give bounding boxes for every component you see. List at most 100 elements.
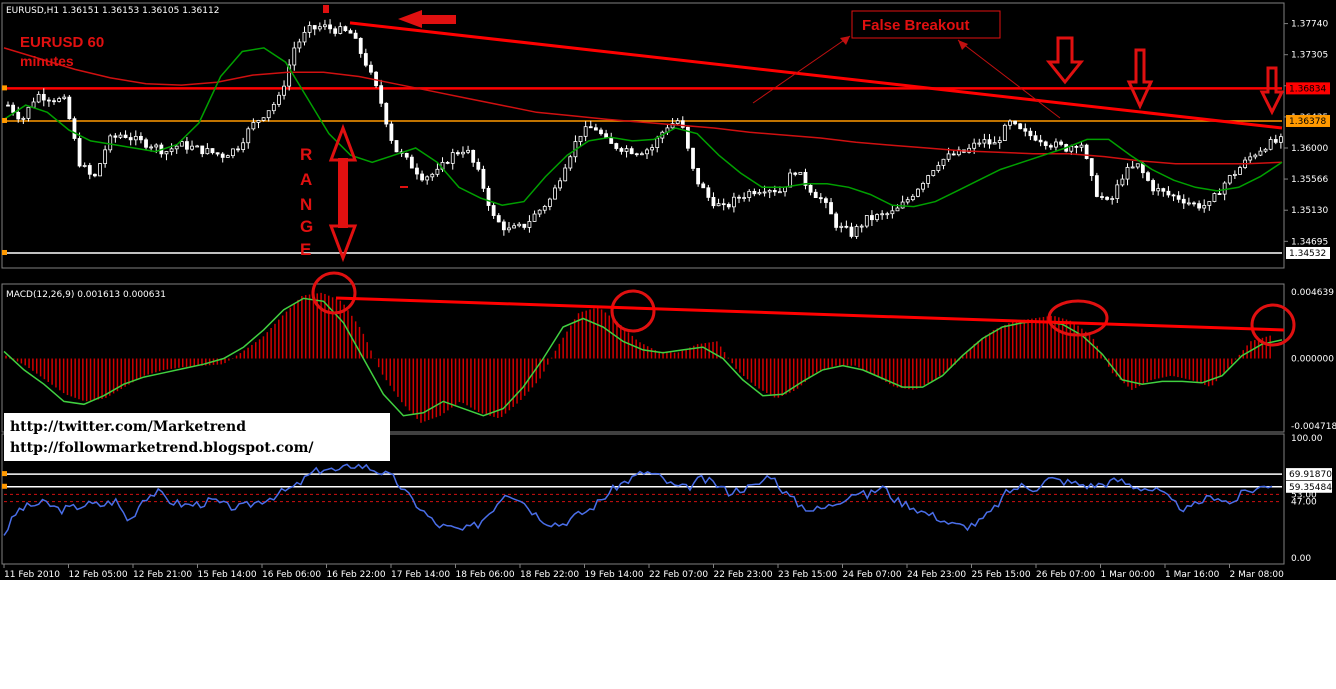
candle-body [312, 25, 317, 30]
time-tick-label: 11 Feb 2010 [4, 570, 60, 580]
candle-body [139, 135, 143, 141]
candle-body [1186, 202, 1191, 205]
candle-body [210, 148, 215, 154]
candle-body [461, 151, 465, 155]
candle-body [921, 183, 925, 190]
candle-body [1115, 184, 1120, 199]
candle-body [93, 173, 97, 177]
candle-body [466, 149, 470, 153]
candle-body [563, 167, 568, 182]
candle-body [599, 129, 603, 135]
false-breakout-arrowhead-right [958, 40, 968, 50]
candle-body [118, 134, 123, 138]
twitter-link-text[interactable]: http://twitter.com/Marketrend [10, 419, 246, 435]
macd-tick-label: -0.004718 [1291, 422, 1336, 432]
candle-body [1089, 158, 1094, 177]
time-tick-label: 15 Feb 14:00 [198, 570, 257, 580]
blog-link-text[interactable]: http://followmarketrend.blogspot.com/ [10, 440, 314, 456]
time-tick-label: 12 Feb 05:00 [69, 570, 128, 580]
false-breakout-pointer-right [957, 39, 1061, 119]
candle-body [164, 151, 169, 155]
candle-body [231, 148, 235, 157]
candle-body [195, 145, 200, 148]
candle-body [389, 123, 394, 141]
price-label-value: 1.34532 [1289, 249, 1326, 259]
candle-body [880, 213, 885, 216]
price-tick-label: 1.37740 [1291, 20, 1328, 30]
candle-body [297, 41, 302, 49]
candle-body [374, 71, 378, 87]
candle-body [946, 153, 951, 160]
time-tick-label: 1 Mar 00:00 [1101, 570, 1156, 580]
candle-body [680, 120, 685, 128]
candle-body [328, 24, 332, 30]
candle-body [1232, 173, 1237, 176]
rsi-line [3, 463, 1273, 536]
candle-body [629, 148, 634, 155]
candle-body [639, 153, 644, 156]
rsi-tick-label: 47.00 [1291, 498, 1317, 508]
candle-body [522, 223, 527, 228]
false-breakout-arrowhead-left [840, 36, 850, 45]
candle-body [1110, 198, 1115, 200]
range-letter-g: G [300, 217, 313, 236]
candle-body [829, 202, 833, 215]
candle-body [1008, 120, 1012, 126]
macd-panel: MACD(12,26,9) 0.001613 0.000631 [3, 290, 1283, 423]
candle-body [650, 147, 655, 151]
axes: 1.377401.373051.368701.364351.360001.355… [2, 20, 1336, 580]
price-tick-label: 1.34695 [1291, 237, 1328, 247]
rsi-tick-label: 100.00 [1291, 434, 1323, 444]
time-tick-label: 22 Feb 23:00 [714, 570, 773, 580]
candle-body [31, 101, 36, 108]
candle-body [839, 225, 844, 228]
candle-body [481, 168, 486, 189]
rsi-panel [3, 463, 1282, 536]
candle-body [225, 155, 230, 158]
trading-chart[interactable]: MACD(12,26,9) 0.001613 0.000631 1.37740 1… [0, 0, 1336, 580]
candle-body [645, 149, 649, 155]
candle-body [41, 93, 46, 101]
chart-canvas[interactable]: MACD(12,26,9) 0.001613 0.000631 1.37740 1… [0, 0, 1336, 580]
candle-body [910, 195, 915, 201]
candle-body [691, 147, 695, 169]
candle-body [926, 175, 931, 184]
candle-body [701, 183, 706, 189]
price-tick-label: 1.37305 [1291, 51, 1328, 61]
time-tick-label: 19 Feb 14:00 [585, 570, 644, 580]
candle-body [900, 201, 905, 209]
candle-body [936, 165, 941, 171]
level-handle [2, 249, 7, 255]
price-label-value: 1.36834 [1289, 84, 1326, 94]
candle-body [420, 173, 424, 181]
candle-body [190, 145, 194, 150]
candle-body [568, 156, 573, 169]
candle-body [972, 142, 977, 149]
candle-body [1013, 120, 1017, 125]
rsi-level-label: 69.91870 [1289, 470, 1332, 480]
rsi-level-handle [2, 483, 7, 489]
candle-body [1033, 135, 1038, 141]
candle-body [1248, 156, 1253, 161]
candle-body [752, 190, 757, 195]
candle-body [6, 104, 10, 107]
candle-body [542, 206, 547, 211]
candle-body [26, 106, 31, 119]
time-tick-label: 1 Mar 16:00 [1165, 570, 1220, 580]
candle-body [384, 102, 389, 125]
left-arrow-icon [398, 10, 456, 28]
candle-body [818, 197, 823, 200]
candle-body [1253, 154, 1258, 158]
candle-body [895, 207, 900, 212]
candle-body [711, 197, 716, 207]
candle-body [512, 225, 516, 229]
candle-body [870, 215, 874, 221]
candle-body [634, 153, 639, 156]
range-letter-a: A [300, 170, 312, 189]
candle-body [77, 138, 82, 167]
candle-body [52, 100, 56, 103]
rsi-level-label: 59.35484 [1289, 483, 1332, 493]
peak-marker [323, 5, 329, 13]
candle-body [558, 180, 562, 189]
macd-panel-frame [1, 283, 1285, 433]
